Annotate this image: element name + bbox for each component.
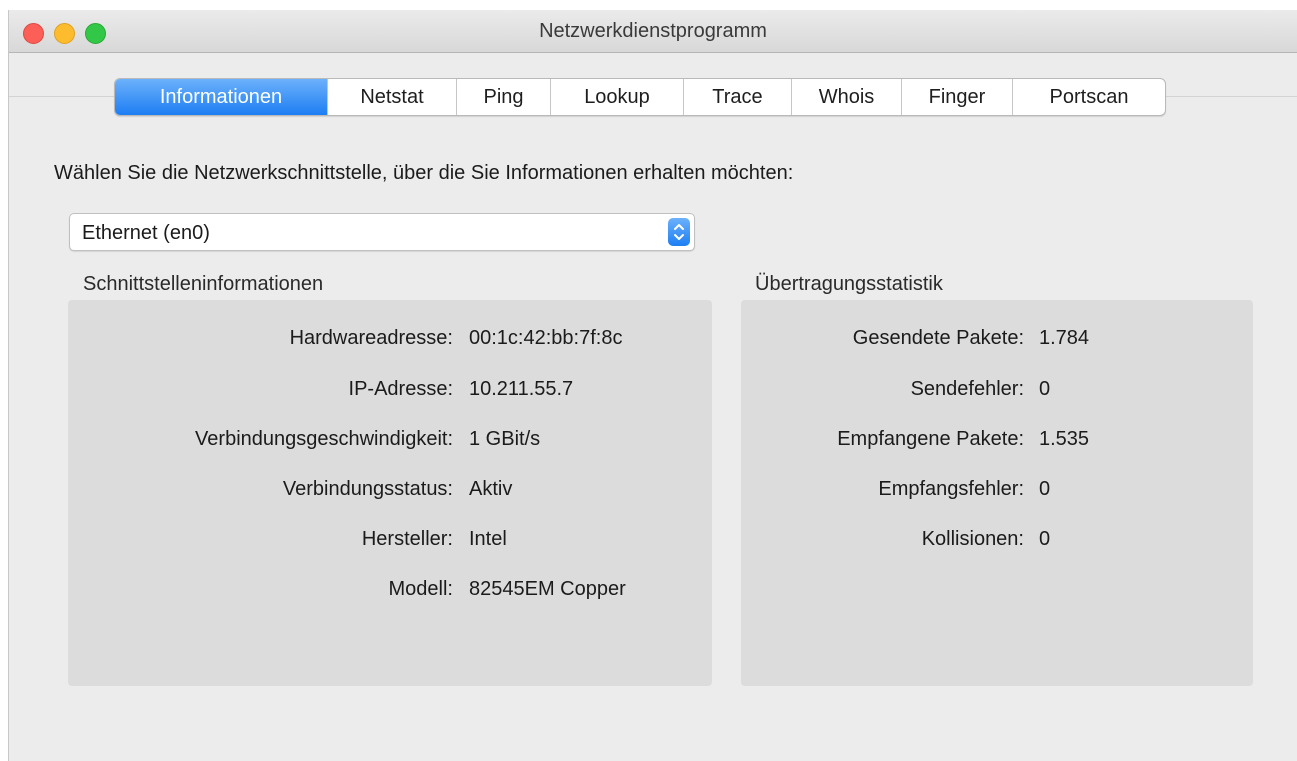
link-status-label-row: Verbindungsstatus: [9, 478, 453, 504]
info-value: 82545EM Copper [469, 578, 626, 600]
info-label: Hardwareadresse: [289, 327, 453, 349]
info-value: Intel [469, 528, 507, 550]
tab-trace[interactable]: Trace [683, 79, 791, 115]
app-window: Netzwerkdienstprogramm Informationen Net… [8, 10, 1297, 761]
title-bar: Netzwerkdienstprogramm [9, 10, 1297, 53]
vendor-label-row: Hersteller: [9, 528, 453, 554]
stat-label: Empfangsfehler: [878, 478, 1024, 500]
transfer-stats-title: Übertragungsstatistik [755, 273, 943, 295]
window-title: Netzwerkdienstprogramm [539, 20, 767, 42]
model-value-row: 82545EM Copper [469, 578, 769, 604]
tab-bar: Informationen Netstat Ping Lookup Trace … [114, 78, 1166, 116]
info-value: 1 GBit/s [469, 428, 541, 450]
receive-errors-value-row: 0 [1039, 478, 1239, 504]
received-packets-value-row: 1.535 [1039, 428, 1239, 454]
tab-whois[interactable]: Whois [791, 79, 901, 115]
stat-value: 0 [1039, 378, 1051, 400]
tab-lookup[interactable]: Lookup [550, 79, 683, 115]
stat-label: Sendefehler: [910, 378, 1024, 400]
info-label: Verbindungsstatus: [282, 478, 453, 500]
stat-value: 0 [1039, 528, 1051, 550]
received-packets-label-row: Empfangene Pakete: [709, 428, 1024, 454]
interface-info-title: Schnittstelleninformationen [83, 273, 324, 295]
stat-label: Gesendete Pakete: [852, 327, 1024, 349]
collisions-label-row: Kollisionen: [709, 528, 1024, 554]
tab-ping[interactable]: Ping [456, 79, 550, 115]
tab-finger[interactable]: Finger [901, 79, 1012, 115]
interface-prompt: Wählen Sie die Netzwerkschnittstelle, üb… [54, 162, 794, 184]
select-arrows-icon[interactable] [668, 218, 690, 246]
tab-netstat[interactable]: Netstat [327, 79, 456, 115]
stat-value: 1.535 [1039, 428, 1090, 450]
info-label: Modell: [388, 578, 453, 600]
receive-errors-label-row: Empfangsfehler: [709, 478, 1024, 504]
sent-packets-label-row: Gesendete Pakete: [709, 327, 1024, 353]
info-value: Aktiv [469, 478, 513, 500]
send-errors-value-row: 0 [1039, 378, 1239, 404]
send-errors-label-row: Sendefehler: [709, 378, 1024, 404]
stat-label: Empfangene Pakete: [837, 428, 1024, 450]
info-value: 10.211.55.7 [469, 378, 574, 400]
interface-select-value: Ethernet (en0) [82, 222, 210, 244]
stat-value: 1.784 [1039, 327, 1090, 349]
hardware-address-label-row: Hardwareadresse: [9, 327, 453, 353]
info-value: 00:1c:42:bb:7f:8c [469, 327, 623, 349]
ip-address-label-row: IP-Adresse: [9, 378, 453, 404]
model-label-row: Modell: [9, 578, 453, 604]
collisions-value-row: 0 [1039, 528, 1239, 554]
info-label: Verbindungsgeschwindigkeit: [195, 428, 453, 450]
tab-informationen[interactable]: Informationen [115, 79, 327, 115]
link-speed-label-row: Verbindungsgeschwindigkeit: [9, 428, 453, 454]
stat-label: Kollisionen: [921, 528, 1024, 550]
info-label: Hersteller: [361, 528, 453, 550]
info-label: IP-Adresse: [348, 378, 453, 400]
tab-portscan[interactable]: Portscan [1012, 79, 1165, 115]
interface-select[interactable]: Ethernet (en0) [69, 213, 695, 251]
sent-packets-value-row: 1.784 [1039, 327, 1239, 353]
stat-value: 0 [1039, 478, 1051, 500]
